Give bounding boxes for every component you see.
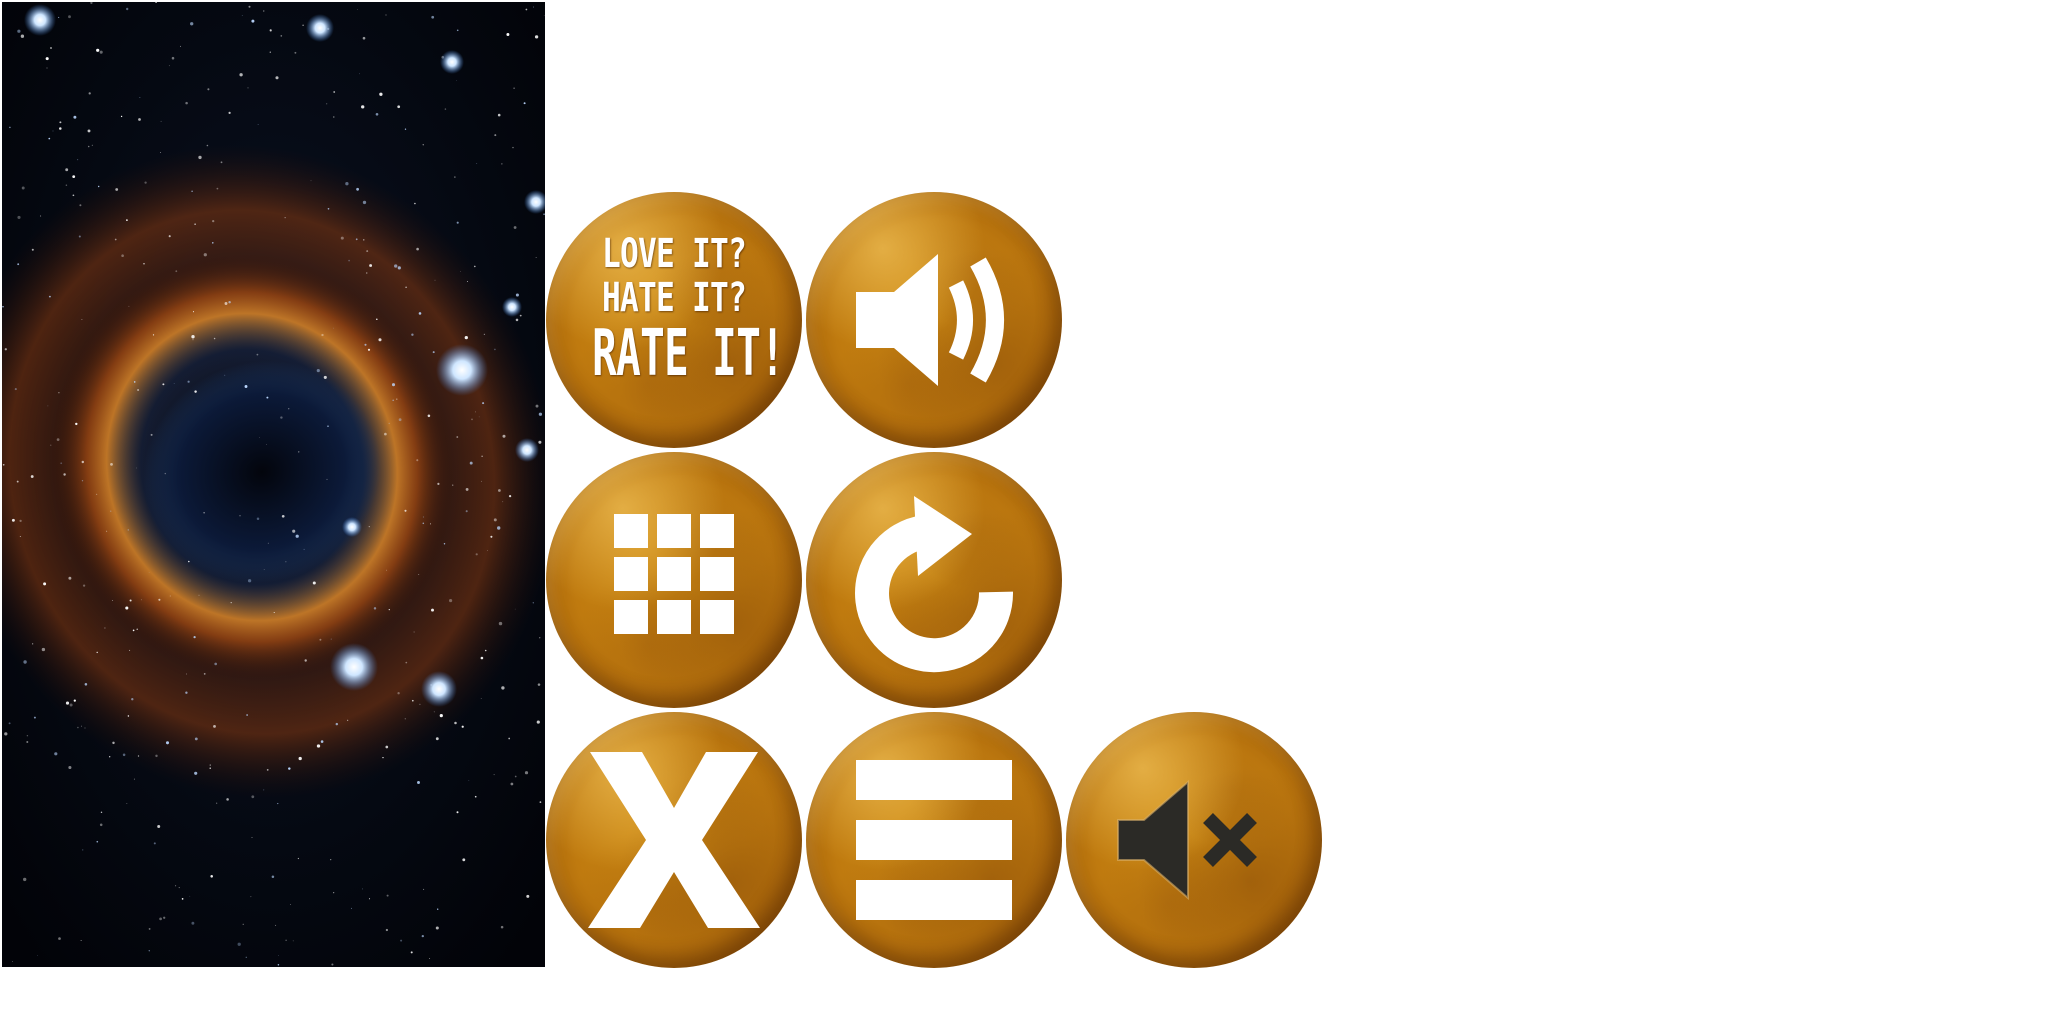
grid-icon <box>614 514 734 634</box>
sound-on-button[interactable] <box>806 192 1062 448</box>
rate-line-hate: HATE IT? <box>601 275 747 321</box>
restart-icon <box>855 496 1014 673</box>
menu-icon <box>856 760 1012 920</box>
sound-off-button[interactable] <box>1066 712 1322 968</box>
rate-line-rate: RATE IT! <box>592 317 785 391</box>
restart-button[interactable] <box>806 452 1062 708</box>
rate-line-love: LOVE IT? <box>601 231 747 277</box>
menu-button[interactable] <box>806 712 1062 968</box>
speaker-on-icon <box>856 254 1004 386</box>
speaker-muted-icon <box>1117 779 1257 901</box>
close-icon <box>588 752 760 928</box>
rate-button[interactable]: LOVE IT? HATE IT? RATE IT! <box>546 192 802 448</box>
nebula-background <box>2 2 545 967</box>
nebula-eye-icon <box>2 2 545 967</box>
close-button[interactable] <box>546 712 802 968</box>
level-grid-button[interactable] <box>546 452 802 708</box>
sprite-sheet: LOVE IT? HATE IT? RATE IT! <box>0 0 2048 1024</box>
